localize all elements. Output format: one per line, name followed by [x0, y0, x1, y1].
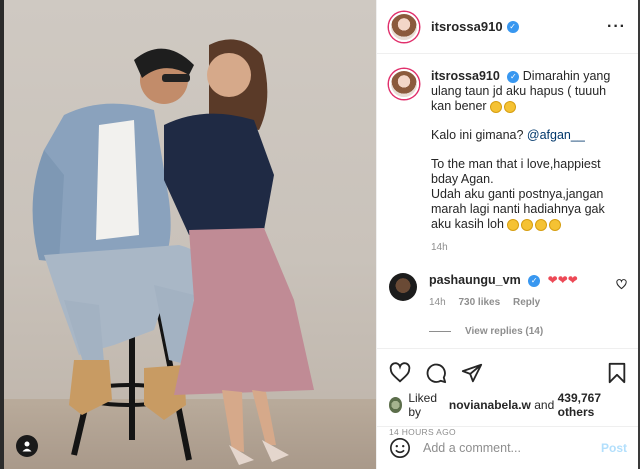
view-replies-button[interactable]: View replies (14) — [429, 326, 627, 337]
comment-likes[interactable]: 730 likes — [458, 297, 500, 308]
caption-text-3: To the man that i love,happiest bday Aga… — [431, 157, 601, 186]
verified-icon: ✓ — [506, 20, 519, 33]
caption-time[interactable]: 14h — [431, 240, 621, 255]
liker-avatar[interactable] — [389, 397, 403, 413]
heart-icon[interactable] — [389, 362, 411, 384]
caption-body: itsrossa910 ✓ Dimarahin yang ulang taun … — [431, 69, 621, 255]
photo-illustration — [32, 39, 314, 465]
caption-avatar[interactable] — [389, 69, 419, 99]
author-username[interactable]: itsrossa910 — [431, 19, 503, 34]
verified-icon: ✓ — [507, 70, 520, 83]
post-comment-button[interactable]: Post — [601, 441, 627, 455]
comments-section: itsrossa910 ✓ Dimarahin yang ulang taun … — [377, 55, 639, 345]
caption-text-2: Kalo ini gimana? — [431, 128, 524, 142]
post-header: itsrossa910 ✓ ··· — [377, 0, 638, 54]
caption-line-2: Kalo ini gimana? @afgan__ — [431, 128, 621, 143]
view-replies-label: View replies (14) — [465, 326, 544, 337]
commenter-avatar[interactable] — [389, 273, 417, 301]
liked-by-user[interactable]: novianabela.w — [449, 398, 531, 412]
post-photo[interactable] — [4, 0, 376, 469]
mention-link[interactable]: @afgan__ — [527, 128, 585, 142]
comment-icon[interactable] — [425, 362, 447, 384]
laughing-emoji-icon — [504, 100, 517, 113]
grinning-sweat-emoji-icon — [490, 100, 503, 113]
comment-time[interactable]: 14h — [429, 297, 446, 308]
likes-summary: Liked by novianabela.w and 439,767 other… — [389, 391, 627, 419]
reply-button[interactable]: Reply — [513, 297, 540, 308]
smile-emoji-icon — [549, 218, 562, 231]
comment-item: pashaungu_vm ✓ ❤❤❤ 14h 730 likes Reply — [389, 273, 627, 308]
grimace-emoji-icon — [521, 218, 534, 231]
caption-line-3: To the man that i love,happiest bday Aga… — [431, 157, 621, 232]
commenter-username[interactable]: pashaungu_vm — [429, 273, 521, 287]
comment-input[interactable]: Add a comment... — [423, 441, 601, 455]
caption-line-1: itsrossa910 ✓ Dimarahin yang ulang taun … — [431, 69, 621, 114]
comment-meta: 14h 730 likes Reply — [429, 297, 609, 308]
action-icons — [389, 357, 627, 389]
comment-text: ❤❤❤ — [547, 273, 578, 287]
more-icon[interactable]: ··· — [607, 18, 626, 36]
bookmark-icon[interactable] — [607, 362, 627, 384]
comment-like-heart-icon[interactable] — [616, 279, 627, 290]
likes-count[interactable]: 439,767 others — [558, 391, 627, 419]
grimace-emoji-icon — [535, 218, 548, 231]
emoji-icon[interactable] — [389, 437, 411, 459]
share-icon[interactable] — [461, 362, 483, 384]
post-panel: itsrossa910 ✓ ··· itsrossa910 ✓ Dimarahi… — [376, 0, 639, 469]
replies-divider — [429, 331, 451, 332]
grimace-emoji-icon — [507, 218, 520, 231]
liked-by-connector: and — [534, 398, 555, 412]
app-frame: itsrossa910 ✓ ··· itsrossa910 ✓ Dimarahi… — [0, 0, 640, 469]
liked-by-prefix: Liked by — [408, 391, 437, 419]
comment-body: pashaungu_vm ✓ ❤❤❤ 14h 730 likes Reply — [429, 273, 609, 308]
add-comment-bar: Add a comment... Post — [377, 426, 639, 469]
user-tag-icon — [22, 441, 32, 452]
author-avatar[interactable] — [389, 11, 419, 42]
caption-username[interactable]: itsrossa910 — [431, 69, 500, 83]
caption: itsrossa910 ✓ Dimarahin yang ulang taun … — [389, 69, 627, 255]
post-actions: Liked by novianabela.w and 439,767 other… — [377, 348, 639, 437]
user-tag-button[interactable] — [16, 435, 38, 457]
verified-icon: ✓ — [528, 274, 541, 287]
